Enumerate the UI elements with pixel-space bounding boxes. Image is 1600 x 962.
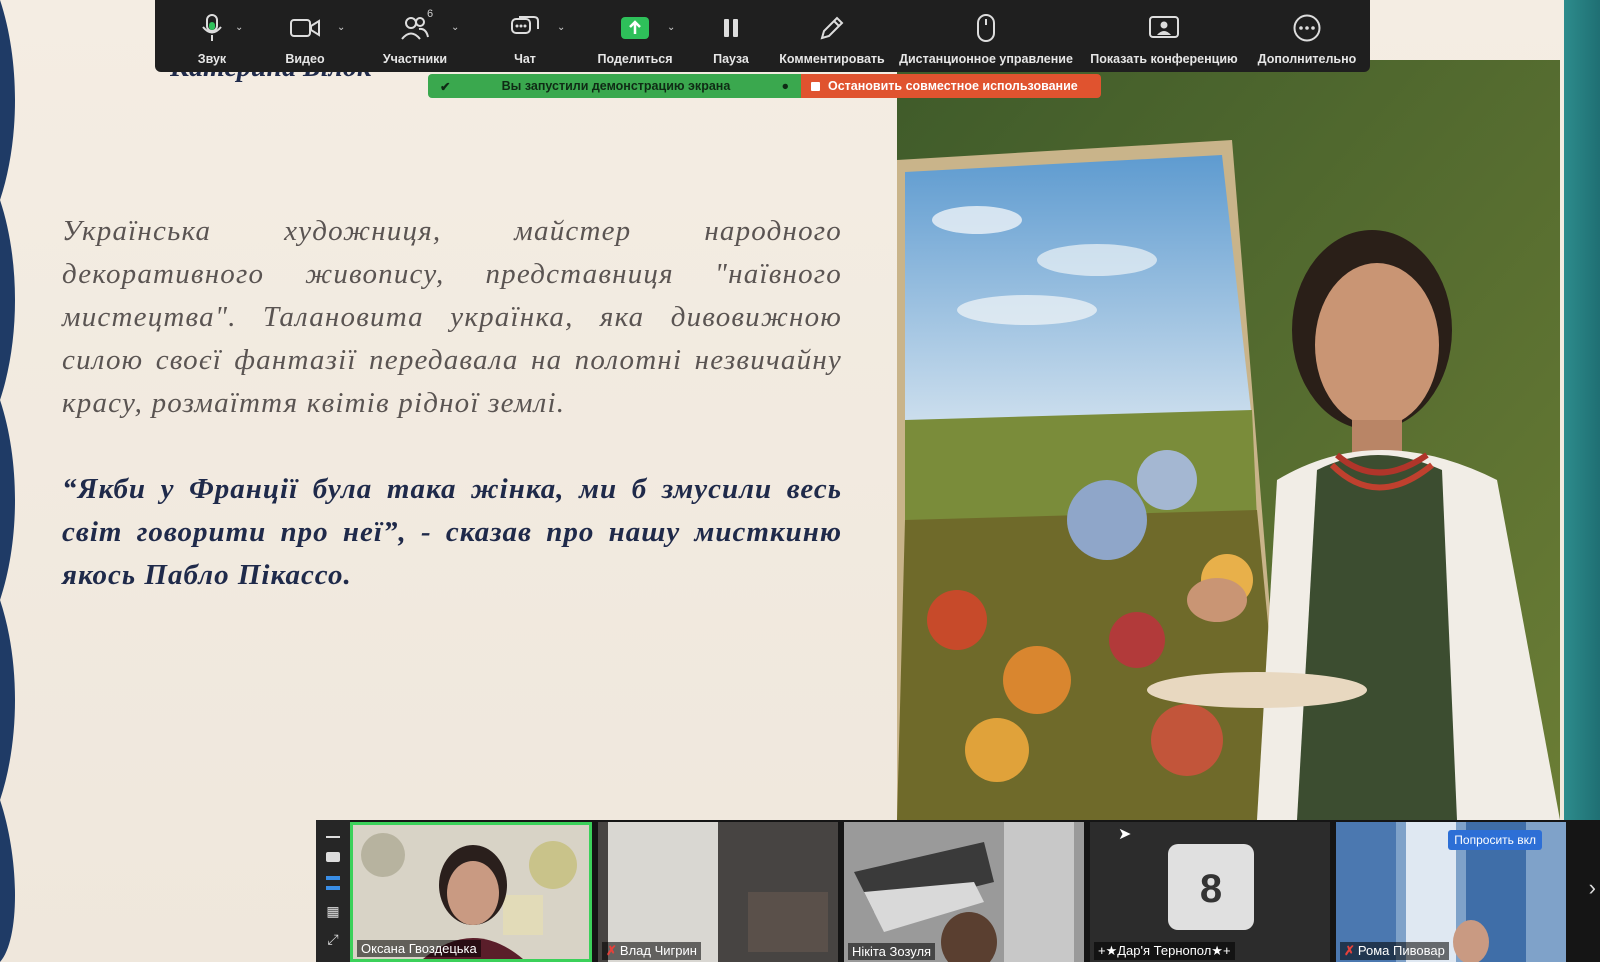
shield-icon: ● [781, 79, 789, 93]
artist-photo [897, 60, 1560, 820]
show-meeting-icon [1149, 12, 1179, 44]
share-status-banner: ✔ Вы запустили демонстрацию экрана ● Ост… [428, 74, 1101, 98]
chevron-down-icon[interactable]: ⌄ [557, 22, 565, 33]
show-meeting-button[interactable]: Показать конференцию [1079, 0, 1249, 72]
stop-share-label: Остановить совместное использование [828, 79, 1078, 93]
chevron-down-icon[interactable]: ⌄ [451, 22, 459, 33]
mouse-icon [977, 12, 995, 44]
share-button[interactable]: ⌄ Поделиться [579, 0, 691, 72]
annotate-button[interactable]: Комментировать [771, 0, 893, 72]
slide-quote: “Якби у Франції була така жінка, ми б зм… [62, 473, 842, 591]
share-status: ✔ Вы запустили демонстрацию экрана ● [428, 74, 801, 98]
annotate-label: Комментировать [779, 52, 885, 66]
video-label: Видео [285, 52, 325, 66]
participant-tile[interactable]: Оксана Гвоздецька [350, 822, 592, 962]
minimize-icon[interactable] [326, 836, 340, 838]
ask-to-unmute-button[interactable]: Попросить вкл [1448, 830, 1542, 850]
chevron-down-icon[interactable]: ⌄ [667, 22, 675, 33]
participant-tile[interactable]: Нікіта Зозуля [844, 822, 1084, 962]
slide-paragraph: Українська художниця, майстер народного … [62, 215, 842, 419]
strip-view-icon[interactable] [326, 876, 340, 890]
video-filmstrip: ▦ ⤢ Оксана Гвоздецька ✗ Влад Чигрин Нікі… [316, 820, 1600, 962]
participant-name: ✗ Влад Чигрин [602, 942, 701, 960]
chevron-right-icon[interactable]: › [1589, 875, 1596, 901]
participants-icon [401, 12, 429, 44]
pause-share-button[interactable]: Пауза [691, 0, 771, 72]
participant-name: Нікіта Зозуля [848, 943, 936, 960]
audio-button[interactable]: ⌄ Звук [173, 0, 251, 72]
participants-label: Участники [382, 52, 448, 66]
share-screen-icon [621, 12, 649, 44]
chevron-down-icon[interactable]: ⌄ [337, 22, 345, 33]
stop-icon [811, 81, 820, 91]
remote-control-button[interactable]: Дистанционное управление [893, 0, 1079, 72]
gallery-view-icon[interactable]: ▦ [326, 904, 339, 918]
muted-mic-icon: ✗ [1344, 943, 1355, 958]
filmstrip-controls: ▦ ⤢ [316, 820, 350, 962]
svg-text:8: 8 [1200, 867, 1222, 911]
participant-tile[interactable]: ✗ Влад Чигрин [598, 822, 838, 962]
participant-tile[interactable]: 8 ➤ +★Дар'я Тернопол★+ [1090, 822, 1330, 962]
participants-button[interactable]: 6 ⌄ Участники [359, 0, 471, 72]
video-button[interactable]: ⌄ Видео [251, 0, 359, 72]
participants-count: 6 [427, 8, 434, 20]
chevron-down-icon[interactable]: ⌄ [235, 22, 243, 33]
chat-icon [511, 12, 539, 44]
remote-control-label: Дистанционное управление [899, 52, 1073, 66]
check-icon: ✔ [440, 79, 451, 94]
single-view-icon[interactable] [326, 852, 340, 862]
participant-tile[interactable]: Попросить вкл ✗ Рома Пивовар [1336, 822, 1566, 962]
share-label: Поделиться [597, 52, 673, 66]
participant-name: ✗ Рома Пивовар [1340, 942, 1449, 960]
chat-label: Чат [514, 52, 536, 66]
stop-share-button[interactable]: Остановить совместное использование [801, 74, 1101, 98]
more-button[interactable]: Дополнительно [1249, 0, 1365, 72]
mouse-cursor-icon: ➤ [1118, 826, 1132, 843]
chat-button[interactable]: ⌄ Чат [471, 0, 579, 72]
share-status-text: Вы запустили демонстрацию экрана [501, 79, 731, 93]
more-icon [1293, 12, 1321, 44]
expand-icon[interactable]: ⤢ [327, 932, 338, 946]
pause-label: Пауза [713, 52, 749, 66]
microphone-icon [201, 12, 223, 44]
shared-slide: Катерина Білок Українська художниця, май… [0, 0, 1600, 962]
annotate-pencil-icon [819, 12, 845, 44]
slide-side-strip [1564, 0, 1600, 962]
participant-name-text: Влад Чигрин [619, 943, 697, 958]
slide-wave-decoration [0, 0, 15, 962]
video-camera-icon [290, 12, 320, 44]
participant-name: +★Дар'я Тернопол★+ [1094, 942, 1235, 960]
meeting-toolbar: ⌄ Звук ⌄ Видео 6 ⌄ Участники ⌄ Чат ⌄ Под… [155, 0, 1370, 72]
participant-name-text: Рома Пивовар [1357, 943, 1445, 958]
audio-label: Звук [197, 52, 227, 66]
show-meeting-label: Показать конференцию [1090, 52, 1238, 66]
muted-mic-icon: ✗ [606, 943, 617, 958]
more-label: Дополнительно [1257, 52, 1357, 66]
participant-name: Оксана Гвоздецька [357, 940, 481, 957]
pause-icon [723, 12, 739, 44]
